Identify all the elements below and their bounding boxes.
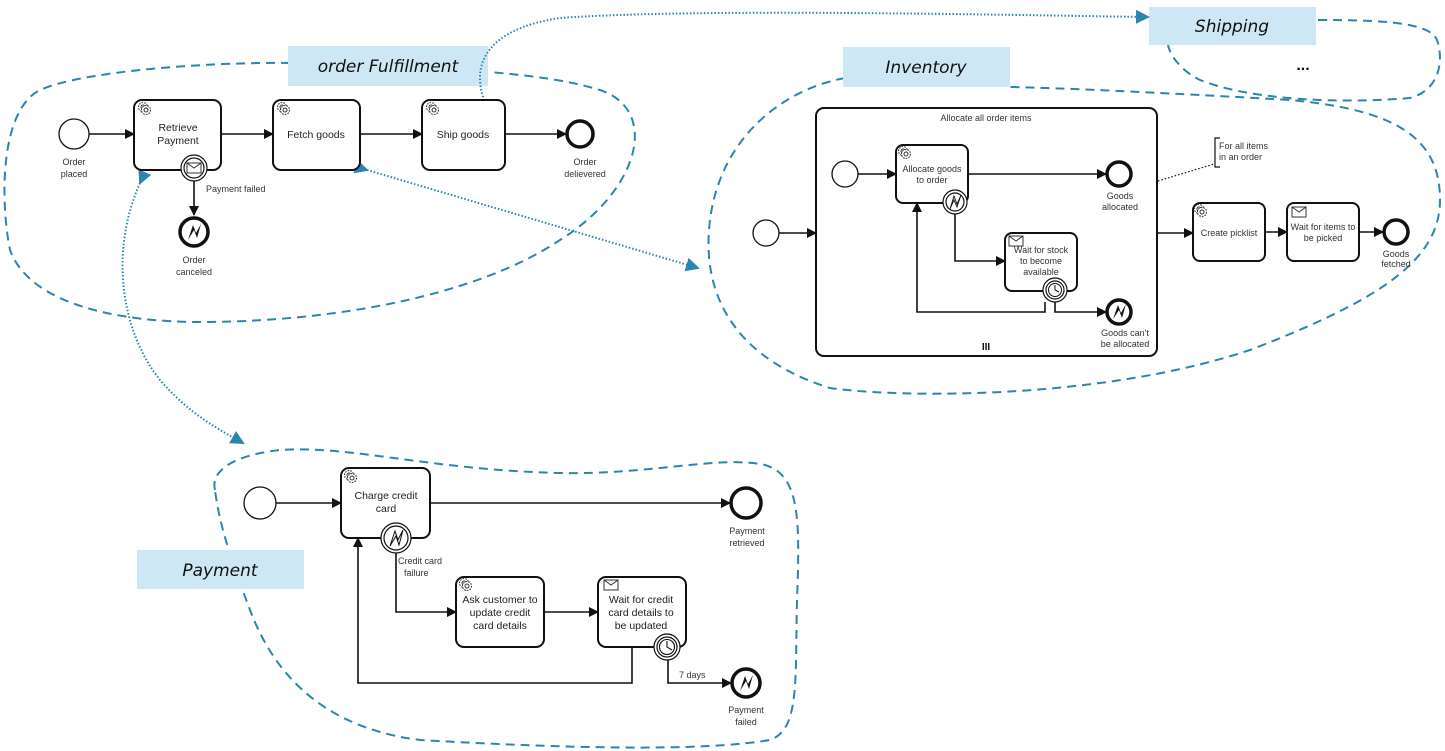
- task-label: Create picklist: [1201, 228, 1258, 238]
- parallel-multi-instance-icon: III: [982, 342, 991, 353]
- shipping-ellipsis: ...: [1296, 57, 1309, 74]
- start-event-order-placed[interactable]: [58, 118, 90, 150]
- end-event-goods-allocated[interactable]: [1105, 160, 1133, 188]
- end-event-order-canceled[interactable]: [178, 216, 210, 248]
- event-label: Order: [182, 255, 205, 265]
- context-title: Payment: [182, 561, 259, 581]
- task-fetch-goods[interactable]: Fetch goods: [272, 99, 361, 171]
- task-label: Ask customer to: [462, 594, 537, 606]
- task-label: to order: [916, 175, 947, 185]
- task-label: Payment: [157, 135, 199, 147]
- task-label: update credit: [470, 607, 531, 619]
- receive-task-envelope-icon: [603, 579, 619, 591]
- event-label: Order: [573, 157, 596, 167]
- annotation-text: in an order: [1219, 152, 1262, 162]
- end-event-payment-failed[interactable]: [730, 667, 762, 699]
- boundary-event-timer-stock[interactable]: [1042, 277, 1068, 303]
- event-label: be allocated: [1101, 339, 1150, 349]
- task-label: Fetch goods: [287, 129, 345, 141]
- task-label: available: [1023, 267, 1059, 277]
- context-label-order-fulfillment[interactable]: order Fulfillment: [288, 46, 488, 86]
- event-label: retrieved: [729, 538, 764, 548]
- end-event-payment-retrieved[interactable]: [729, 486, 763, 520]
- start-event-payment[interactable]: [243, 486, 277, 520]
- task-label: Wait for stock: [1014, 245, 1069, 255]
- event-label: delievered: [564, 169, 606, 179]
- timer-label: 7 days: [679, 670, 706, 680]
- task-label: Ship goods: [437, 129, 490, 141]
- association-line: [1157, 163, 1215, 182]
- task-ask-customer-update[interactable]: Ask customer to update credit card detai…: [455, 576, 545, 648]
- receive-task-envelope-icon: [1291, 206, 1307, 218]
- link-fulfillment-inventory: [353, 159, 700, 272]
- event-label: Payment: [729, 526, 765, 536]
- context-title: order Fulfillment: [318, 57, 460, 77]
- subprocess-allocate-all-order-items[interactable]: Allocate all order items III: [815, 107, 1158, 357]
- task-create-picklist[interactable]: Create picklist: [1192, 202, 1266, 262]
- context-label-inventory[interactable]: Inventory: [843, 47, 1010, 87]
- event-label: placed: [61, 169, 88, 179]
- subprocess-title: Allocate all order items: [940, 113, 1032, 123]
- event-label: Order: [62, 157, 85, 167]
- message-envelope-icon: [186, 162, 202, 174]
- event-label: Goods can't: [1101, 328, 1149, 338]
- end-event-goods-cant-be-allocated[interactable]: [1105, 298, 1133, 326]
- boundary-event-error-allocate[interactable]: [942, 189, 968, 215]
- task-wait-for-stock[interactable]: Wait for stock to become available: [1004, 232, 1078, 292]
- task-label: Charge credit: [354, 490, 417, 502]
- task-retrieve-payment[interactable]: Retrieve Payment: [133, 99, 222, 171]
- boundary-event-credit-card-failure[interactable]: [380, 522, 412, 554]
- boundary-label: Payment failed: [206, 184, 266, 194]
- event-label: failed: [735, 717, 757, 727]
- link-fulfillment-shipping: [479, 9, 1150, 121]
- diagram-canvas: order Fulfillment Inventory Shipping ...…: [3, 7, 1442, 749]
- task-label: Allocate goods: [902, 164, 962, 174]
- boundary-event-payment-failed[interactable]: [180, 154, 208, 182]
- task-label: Wait for items to: [1291, 222, 1356, 232]
- task-ship-goods[interactable]: Ship goods: [421, 99, 506, 171]
- start-event-inventory[interactable]: [752, 219, 780, 247]
- end-event-order-delivered[interactable]: [565, 119, 595, 149]
- start-event-allocation[interactable]: [831, 160, 859, 188]
- task-label: card details: [473, 620, 527, 632]
- task-label: card: [376, 503, 397, 515]
- text-annotation[interactable]: For all items in an order: [1214, 137, 1269, 168]
- annotation-text: For all items: [1219, 141, 1269, 151]
- context-title: Inventory: [885, 58, 967, 78]
- boundary-event-timer-7-days[interactable]: [653, 633, 681, 661]
- end-event-goods-fetched[interactable]: [1382, 218, 1410, 246]
- event-label: allocated: [1102, 202, 1138, 212]
- task-wait-for-items-picked[interactable]: Wait for items to be picked: [1286, 202, 1360, 262]
- event-label: Payment: [728, 705, 764, 715]
- boundary-label: failure: [404, 568, 429, 578]
- context-label-payment[interactable]: Payment: [137, 550, 304, 589]
- context-title: Shipping: [1195, 17, 1269, 37]
- task-label: Wait for credit: [609, 594, 673, 606]
- event-label: Goods: [1107, 191, 1134, 201]
- task-label: Retrieve: [158, 122, 197, 134]
- event-label: Goods: [1383, 249, 1410, 259]
- event-label: fetched: [1381, 259, 1411, 269]
- context-label-shipping[interactable]: Shipping: [1149, 7, 1316, 45]
- event-label: canceled: [176, 267, 212, 277]
- task-label: to become: [1020, 256, 1062, 266]
- boundary-label: Credit card: [398, 556, 442, 566]
- task-label: be picked: [1304, 233, 1343, 243]
- task-label: be updated: [615, 620, 668, 632]
- task-label: card details to: [608, 607, 674, 619]
